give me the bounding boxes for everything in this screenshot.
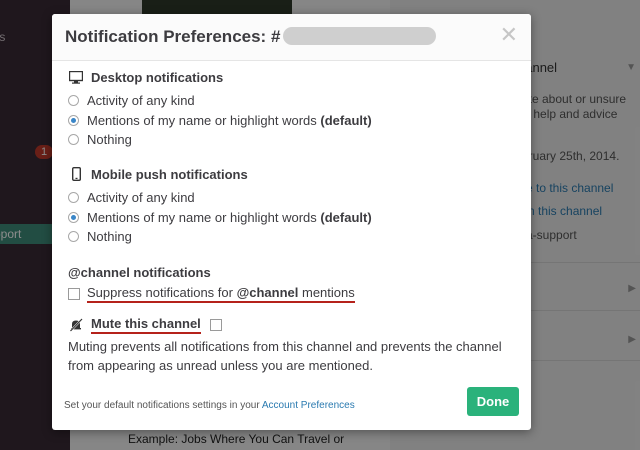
mute-channel-checkbox[interactable] — [209, 319, 222, 331]
option-default-tag: (default) — [320, 112, 372, 128]
modal-title: Notification Preferences: # — [65, 27, 437, 47]
mobile-notifications-heading: Mobile push notifications — [68, 165, 515, 183]
mobile-option-nothing[interactable]: Nothing — [68, 227, 515, 247]
radio-button-selected[interactable] — [68, 114, 79, 126]
desktop-notifications-section: Desktop notifications Activity of any ki… — [68, 68, 515, 150]
radio-button[interactable] — [68, 134, 79, 146]
suppress-channel-label: Suppress notifications for @channel ment… — [87, 285, 355, 303]
monitor-icon — [68, 69, 84, 85]
radio-button[interactable] — [68, 192, 79, 204]
desktop-option-activity[interactable]: Activity of any kind — [68, 91, 515, 111]
mobile-notifications-section: Mobile push notifications Activity of an… — [68, 165, 515, 247]
mute-channel-label: Mute this channel — [91, 316, 201, 334]
mobile-phone-icon — [68, 166, 84, 182]
section-heading-label: Mobile push notifications — [91, 166, 248, 182]
radio-button[interactable] — [68, 231, 79, 243]
suppress-label-bold: @channel — [236, 284, 299, 300]
radio-button-selected[interactable] — [68, 211, 79, 223]
done-button[interactable]: Done — [467, 387, 519, 416]
close-icon[interactable]: ✕ — [500, 22, 518, 48]
footer-text-label: Set your default notifications settings … — [64, 400, 262, 411]
option-label: Nothing — [87, 132, 132, 148]
suppress-channel-checkbox[interactable] — [68, 287, 80, 300]
footer-text: Set your default notifications settings … — [64, 400, 355, 411]
mobile-option-mentions[interactable]: Mentions of my name or highlight words (… — [68, 208, 515, 228]
option-label: Activity of any kind — [87, 190, 195, 206]
muted-bell-icon — [68, 317, 84, 333]
section-heading-label: Desktop notifications — [91, 69, 224, 85]
option-label-text: Mentions of my name or highlight words — [87, 209, 321, 225]
option-label: Nothing — [87, 229, 132, 245]
option-label-text: Mentions of my name or highlight words — [87, 112, 321, 128]
desktop-notifications-heading: Desktop notifications — [68, 68, 515, 86]
modal-title-text: Notification Preferences: # — [65, 27, 281, 46]
option-label: Mentions of my name or highlight words (… — [87, 210, 372, 225]
modal-footer: Set your default notifications settings … — [52, 382, 531, 430]
radio-button[interactable] — [68, 95, 79, 107]
suppress-label-suffix: mentions — [298, 284, 355, 300]
channel-notifications-heading: @channel notifications — [68, 264, 211, 280]
mute-channel-row: Mute this channel — [68, 316, 515, 334]
mute-section: Mute this channel Muting prevents all no… — [68, 316, 515, 375]
modal-header: Notification Preferences: # ✕ — [52, 14, 531, 61]
suppress-label-text: Suppress notifications for — [87, 284, 237, 300]
notification-preferences-modal: Notification Preferences: # ✕ Desktop no… — [52, 14, 531, 430]
option-label: Mentions of my name or highlight words (… — [87, 113, 372, 128]
channel-notifications-section: @channel notifications Suppress notifica… — [68, 263, 515, 304]
mute-description: Muting prevents all notifications from t… — [68, 339, 502, 373]
desktop-option-nothing[interactable]: Nothing — [68, 130, 515, 150]
option-default-tag: (default) — [320, 209, 372, 225]
redacted-channel-name — [283, 27, 437, 45]
suppress-channel-option[interactable]: Suppress notifications for @channel ment… — [68, 284, 515, 304]
option-label: Activity of any kind — [87, 93, 195, 109]
mobile-option-activity[interactable]: Activity of any kind — [68, 188, 515, 208]
account-preferences-link[interactable]: Account Preferences — [262, 400, 355, 411]
desktop-option-mentions[interactable]: Mentions of my name or highlight words (… — [68, 111, 515, 131]
